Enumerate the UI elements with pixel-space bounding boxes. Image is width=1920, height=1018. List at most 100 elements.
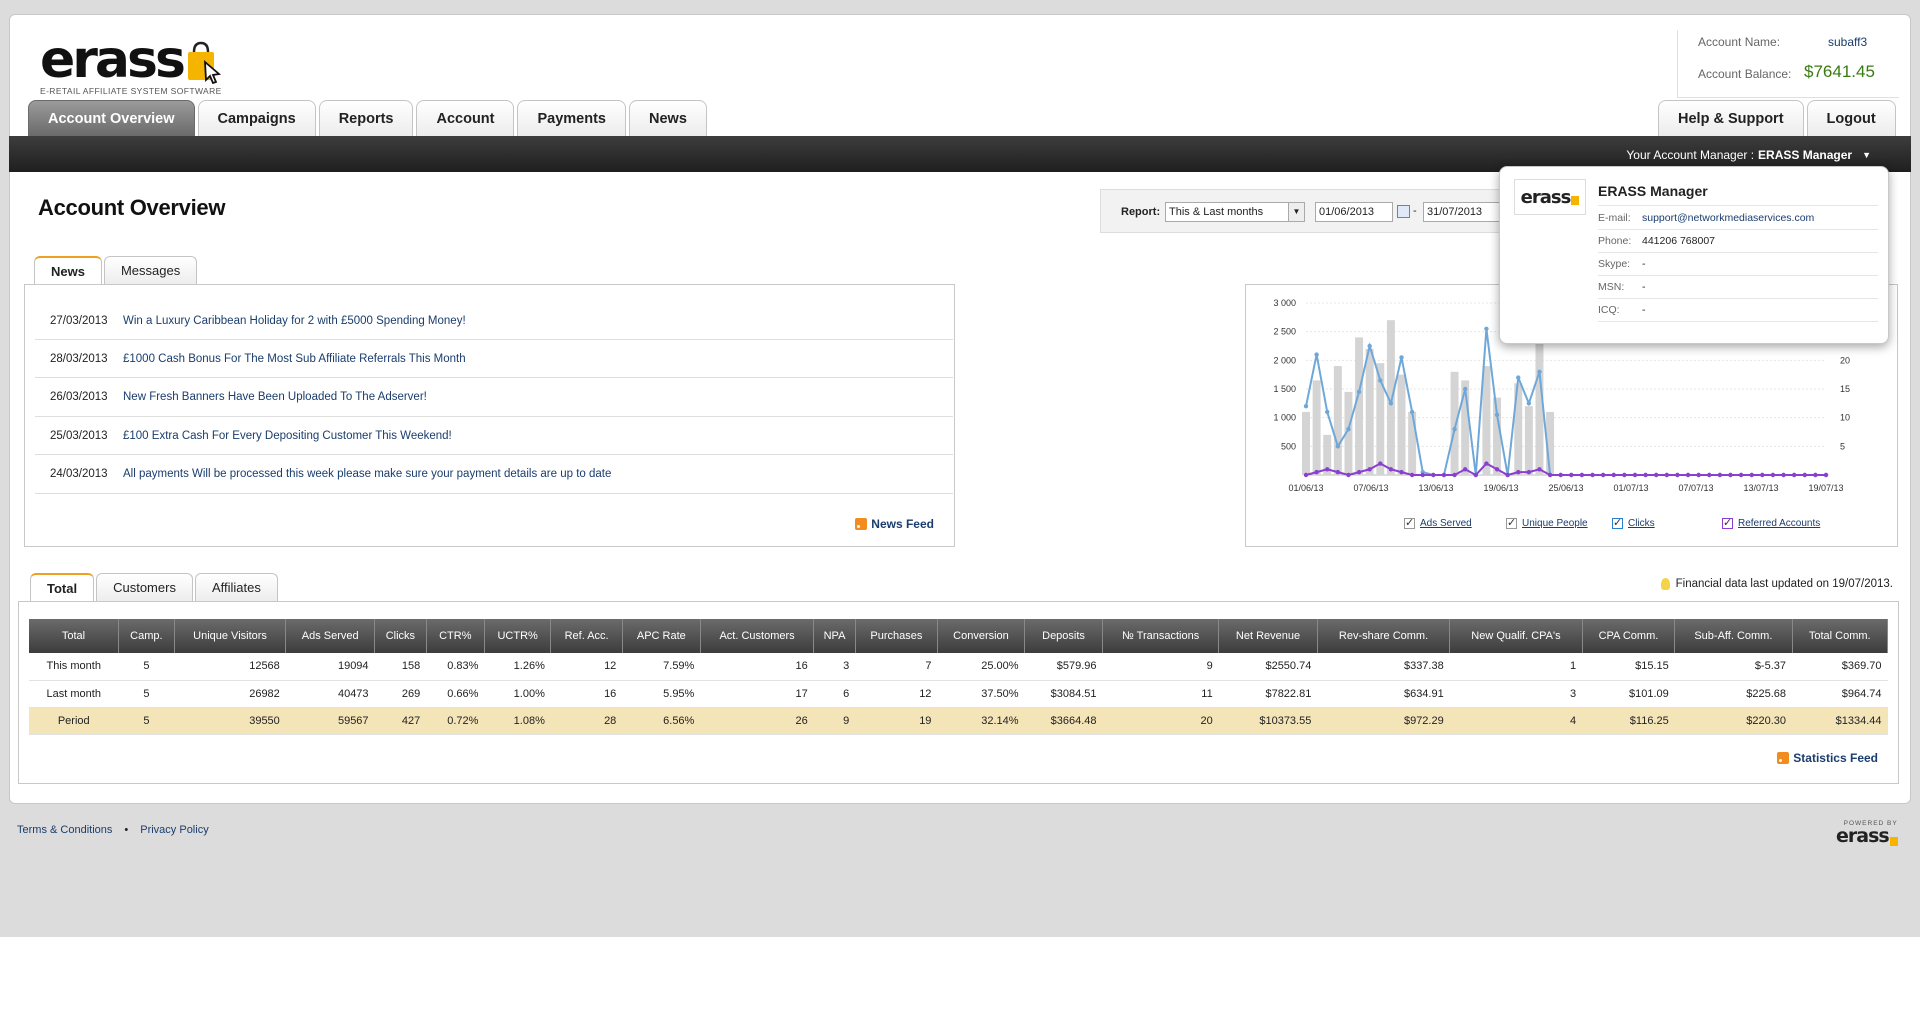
table-cell: 5 — [118, 680, 175, 708]
news-item[interactable]: 28/03/2013 £1000 Cash Bonus For The Most … — [35, 340, 953, 379]
table-cell: Period — [29, 707, 119, 735]
data-point — [1600, 472, 1606, 478]
news-title[interactable]: Win a Luxury Caribbean Holiday for 2 wit… — [123, 315, 466, 327]
powered-by-logo: erass — [1836, 825, 1890, 847]
data-point — [1335, 469, 1341, 475]
bar — [1333, 366, 1342, 475]
statistics-feed-link[interactable]: Statistics Feed — [1777, 751, 1878, 765]
column-header: Act. Customers — [700, 619, 815, 653]
data-point — [1547, 472, 1553, 478]
contact-value[interactable]: support@networkmediaservices.com — [1642, 212, 1814, 224]
data-point — [1303, 472, 1309, 478]
footer-separator: • — [124, 824, 129, 836]
tab-help-support[interactable]: Help & Support — [1658, 100, 1804, 136]
legend-item[interactable]: Referred Accounts — [1722, 516, 1820, 529]
table-cell: 26 — [700, 707, 814, 735]
column-header: Deposits — [1024, 619, 1104, 653]
account-manager-label: Your Account Manager : — [1626, 148, 1755, 162]
table-cell: $15.15 — [1582, 653, 1675, 681]
tab-account-overview[interactable]: Account Overview — [28, 100, 195, 136]
news-tabs: News Messages — [34, 256, 198, 284]
table-cell: 0.83% — [426, 653, 485, 681]
news-title[interactable]: £1000 Cash Bonus For The Most Sub Affili… — [123, 353, 466, 365]
calendar-icon[interactable] — [1397, 205, 1410, 218]
contact-value: - — [1642, 258, 1646, 270]
data-point — [1441, 472, 1447, 478]
news-panel: 27/03/2013 Win a Luxury Caribbean Holiday… — [24, 284, 955, 547]
table-cell: $-5.37 — [1674, 653, 1793, 681]
table-cell: 6.56% — [622, 707, 701, 735]
table-cell: 0.66% — [426, 680, 485, 708]
legend-item[interactable]: Ads Served — [1404, 516, 1472, 529]
table-cell: $3664.48 — [1024, 707, 1103, 735]
data-point — [1654, 472, 1659, 478]
data-point — [1696, 472, 1701, 478]
logo-tagline: E-RETAIL AFFILIATE SYSTEM SOFTWARE — [40, 86, 222, 96]
table-cell: 3 — [813, 653, 856, 681]
data-point — [1409, 409, 1415, 415]
checkbox-icon[interactable] — [1722, 516, 1733, 529]
news-title[interactable]: All payments Will be processed this week… — [123, 468, 611, 480]
stats-panel: Total Camp. Unique Visitors Ads Served Click… — [18, 601, 1899, 784]
tab-total[interactable]: Total — [30, 573, 95, 601]
date-from-input[interactable]: 01/06/2013 — [1315, 202, 1393, 222]
data-point — [1632, 472, 1638, 478]
report-period-select[interactable]: This & Last months ▼ — [1165, 202, 1305, 222]
table-cell: 19094 — [285, 653, 375, 681]
tab-account[interactable]: Account — [416, 100, 515, 136]
data-point — [1579, 472, 1585, 478]
account-manager-toggle[interactable]: Your Account Manager : ERASS Manager ▼ — [1626, 148, 1871, 162]
x-tick-label: 01/07/13 — [1613, 483, 1648, 493]
y-tick-label: 2 000 — [1273, 355, 1296, 365]
table-cell: 5 — [118, 653, 175, 681]
checkbox-icon[interactable] — [1612, 516, 1623, 529]
news-feed-link[interactable]: News Feed — [855, 517, 934, 531]
page-title: Account Overview — [38, 195, 226, 220]
column-header: Total Comm. — [1792, 619, 1889, 653]
legend-item[interactable]: Clicks — [1612, 516, 1655, 529]
checkbox-icon[interactable] — [1506, 516, 1517, 529]
tab-payments[interactable]: Payments — [517, 100, 626, 136]
date-to-input[interactable]: 31/07/2013 — [1423, 202, 1501, 222]
tab-messages[interactable]: Messages — [103, 256, 198, 284]
data-point — [1707, 472, 1712, 478]
y-tick-label: 2 500 — [1273, 327, 1296, 337]
data-point — [1643, 472, 1648, 478]
data-point — [1516, 469, 1521, 475]
table-cell: $337.38 — [1317, 653, 1450, 681]
tab-reports[interactable]: Reports — [318, 100, 414, 136]
tab-news-list[interactable]: News — [34, 256, 102, 284]
legend-item[interactable]: Unique People — [1506, 516, 1588, 529]
news-item[interactable]: 25/03/2013 £100 Extra Cash For Every Depo… — [35, 417, 953, 456]
table-cell: 26982 — [174, 680, 286, 708]
column-header: Clicks — [374, 619, 427, 653]
tab-logout[interactable]: Logout — [1806, 100, 1896, 136]
data-point — [1484, 326, 1489, 331]
data-point — [1526, 401, 1532, 406]
data-point — [1738, 472, 1744, 478]
checkbox-icon[interactable] — [1404, 516, 1415, 529]
news-item[interactable]: 27/03/2013 Win a Luxury Caribbean Holiday… — [35, 302, 953, 340]
table-cell: 20 — [1102, 707, 1219, 735]
news-item[interactable]: 24/03/2013 All payments Will be processed… — [35, 456, 953, 494]
tab-news[interactable]: News — [629, 100, 707, 136]
tab-campaigns[interactable]: Campaigns — [197, 100, 316, 136]
news-title[interactable]: £100 Extra Cash For Every Depositing Cus… — [123, 430, 452, 442]
x-tick-label: 13/07/13 — [1743, 483, 1778, 493]
privacy-link[interactable]: Privacy Policy — [140, 824, 208, 836]
table-cell: $7822.81 — [1218, 680, 1318, 708]
logo[interactable]: erass E-RETAIL AFFILIATE SYSTEM SOFTWARE — [40, 34, 223, 96]
tab-affiliates[interactable]: Affiliates — [194, 573, 278, 601]
table-cell: 1.26% — [484, 653, 551, 681]
account-info: Account Name: subaff3 Account Balance: $… — [1677, 30, 1899, 98]
lightbulb-icon — [1660, 578, 1670, 590]
table-cell: 0.72% — [426, 707, 485, 735]
column-header: CPA Comm. — [1582, 619, 1676, 653]
shopping-bag-icon — [1571, 195, 1580, 205]
tab-customers[interactable]: Customers — [96, 573, 193, 601]
news-item[interactable]: 26/03/2013 New Fresh Banners Have Been Up… — [35, 379, 953, 417]
news-title[interactable]: New Fresh Banners Have Been Uploaded To … — [123, 391, 427, 403]
data-point — [1675, 472, 1680, 478]
data-point — [1590, 472, 1595, 478]
terms-link[interactable]: Terms & Conditions — [17, 824, 112, 836]
